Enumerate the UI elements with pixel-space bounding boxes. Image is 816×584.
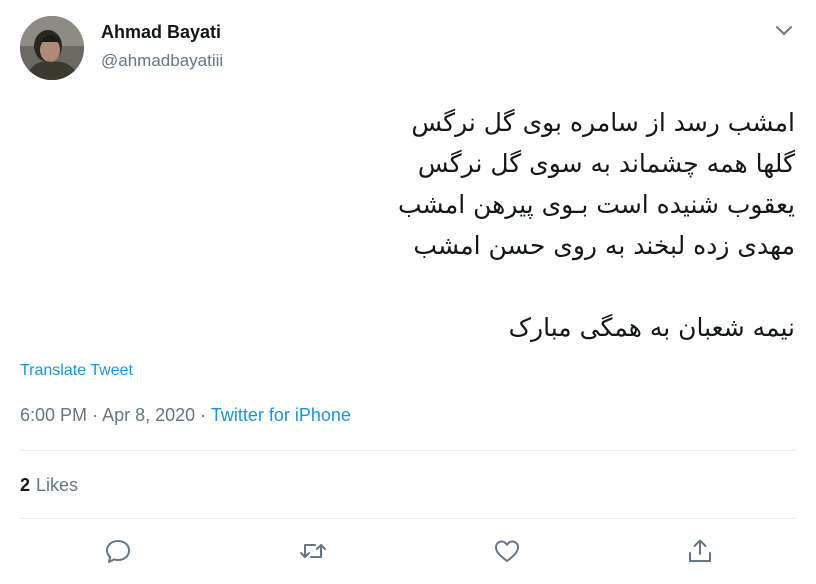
chevron-down-icon[interactable] (772, 20, 796, 40)
retweet-icon[interactable] (299, 537, 327, 565)
avatar[interactable] (20, 16, 84, 80)
meta-separator: · (92, 405, 103, 425)
translate-tweet-link[interactable]: Translate Tweet (20, 362, 133, 380)
likes-label: Likes (36, 475, 79, 495)
tweet-date[interactable]: Apr 8, 2020 (102, 405, 195, 425)
tweet-text: امشب رسد از سامره بوی گل نرگس گلها همه چ… (397, 108, 795, 342)
meta-separator: · (200, 405, 211, 425)
tweet-source-link[interactable]: Twitter for iPhone (211, 405, 351, 425)
divider (20, 518, 796, 519)
tweet-meta: 6:00 PM · Apr 8, 2020 · Twitter for iPho… (20, 405, 351, 426)
author-handle[interactable]: @ahmadbayatiii (101, 51, 223, 71)
tweet-time[interactable]: 6:00 PM (20, 405, 87, 425)
likes-stat[interactable]: 2 Likes (20, 475, 78, 496)
share-icon[interactable] (686, 537, 714, 565)
divider (20, 450, 796, 451)
author-name[interactable]: Ahmad Bayati (101, 22, 221, 43)
likes-count: 2 (20, 475, 31, 495)
reply-icon[interactable] (104, 537, 132, 565)
like-icon[interactable] (493, 537, 521, 565)
